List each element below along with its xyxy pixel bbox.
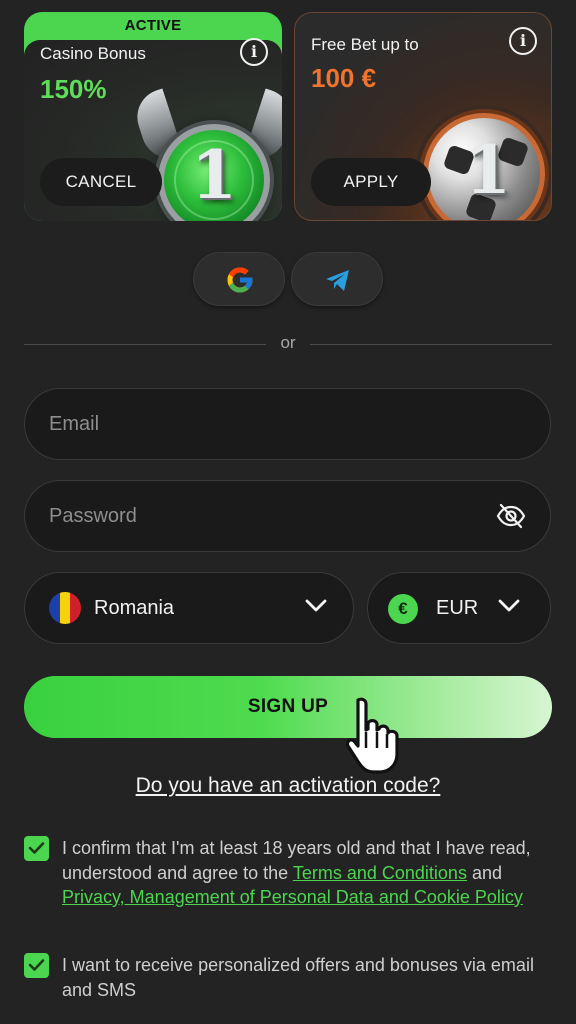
casino-bonus-value: 150% bbox=[40, 74, 107, 104]
free-bet-value: 100 € bbox=[311, 63, 377, 93]
info-icon[interactable]: i bbox=[509, 27, 537, 55]
terms-and-conditions-link[interactable]: Terms and Conditions bbox=[293, 863, 467, 883]
sign-up-button[interactable]: SIGN UP bbox=[24, 676, 552, 738]
free-bet-card[interactable]: Free Bet up to 100 € i 1 APPLY bbox=[294, 12, 552, 221]
free-bet-title: Free Bet up to bbox=[311, 35, 419, 54]
casino-bonus-card[interactable]: ACTIVE Casino Bonus 150% i 1 CANCEL bbox=[24, 12, 282, 221]
free-bet-badge-number: 1 bbox=[465, 131, 511, 209]
google-icon bbox=[227, 267, 253, 293]
telegram-login-button[interactable] bbox=[291, 252, 383, 306]
password-field[interactable] bbox=[49, 481, 489, 551]
age-consent-checkbox[interactable] bbox=[24, 836, 49, 861]
active-label: ACTIVE bbox=[124, 17, 182, 34]
checkmark-icon bbox=[28, 959, 45, 971]
country-selected-value: Romania bbox=[94, 597, 175, 619]
password-field-container bbox=[24, 480, 551, 552]
age-consent-text: I confirm that I'm at least 18 years old… bbox=[62, 836, 556, 910]
divider-or-text: or bbox=[280, 333, 296, 352]
romania-flag-icon bbox=[49, 592, 81, 624]
google-login-button[interactable] bbox=[193, 252, 285, 306]
casino-bonus-title: Casino Bonus bbox=[40, 44, 146, 63]
info-icon[interactable]: i bbox=[240, 38, 268, 66]
marketing-consent-text: I want to receive personalized offers an… bbox=[62, 955, 534, 1000]
eye-off-icon[interactable] bbox=[496, 503, 526, 529]
activation-code-link[interactable]: Do you have an activation code? bbox=[0, 774, 576, 798]
age-consent-text-and: and bbox=[466, 862, 502, 883]
telegram-icon bbox=[326, 270, 349, 291]
divider-line-right bbox=[310, 344, 552, 345]
chevron-down-icon bbox=[498, 599, 520, 612]
currency-selected-value: EUR bbox=[436, 597, 479, 619]
euro-icon: € bbox=[388, 594, 418, 624]
divider-line-left bbox=[24, 344, 266, 345]
cancel-button[interactable]: CANCEL bbox=[40, 158, 162, 206]
email-field-container bbox=[24, 388, 551, 460]
currency-select[interactable]: € EUR bbox=[367, 572, 551, 644]
apply-button[interactable]: APPLY bbox=[311, 158, 431, 206]
chevron-down-icon bbox=[305, 599, 327, 612]
country-select[interactable]: Romania bbox=[24, 572, 354, 644]
privacy-policy-link[interactable]: Privacy, Management of Personal Data and… bbox=[62, 887, 523, 907]
hand-pointer-icon bbox=[345, 697, 399, 774]
marketing-consent-checkbox[interactable] bbox=[24, 953, 49, 978]
casino-badge-number: 1 bbox=[191, 136, 237, 214]
checkmark-icon bbox=[28, 842, 45, 854]
email-field[interactable] bbox=[49, 389, 489, 459]
